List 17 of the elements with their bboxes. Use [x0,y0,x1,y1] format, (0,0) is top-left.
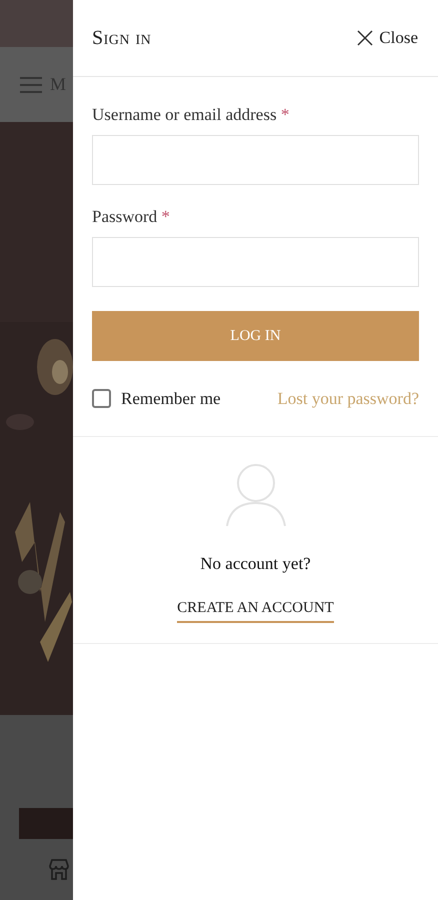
panel-title: Sign in [92,26,152,51]
close-button[interactable]: Close [357,25,418,51]
no-account-text: No account yet? [200,553,311,575]
close-icon [357,30,374,46]
user-icon [224,463,286,527]
field-label: Username or email address * [92,104,290,126]
dark-bar [19,808,73,839]
menu-icon[interactable] [20,76,42,92]
lost-password-link[interactable]: Lost your password? [277,386,419,412]
login-button[interactable]: LOG IN [92,311,419,361]
store-icon[interactable] [47,857,71,881]
input-field[interactable] [92,135,419,185]
checkbox[interactable] [92,389,111,408]
input-field[interactable] [92,237,419,287]
create-account-link[interactable]: CREATE AN ACCOUNT [177,596,334,623]
remember-label: Remember me [121,388,221,410]
field-label: Password * [92,206,171,228]
